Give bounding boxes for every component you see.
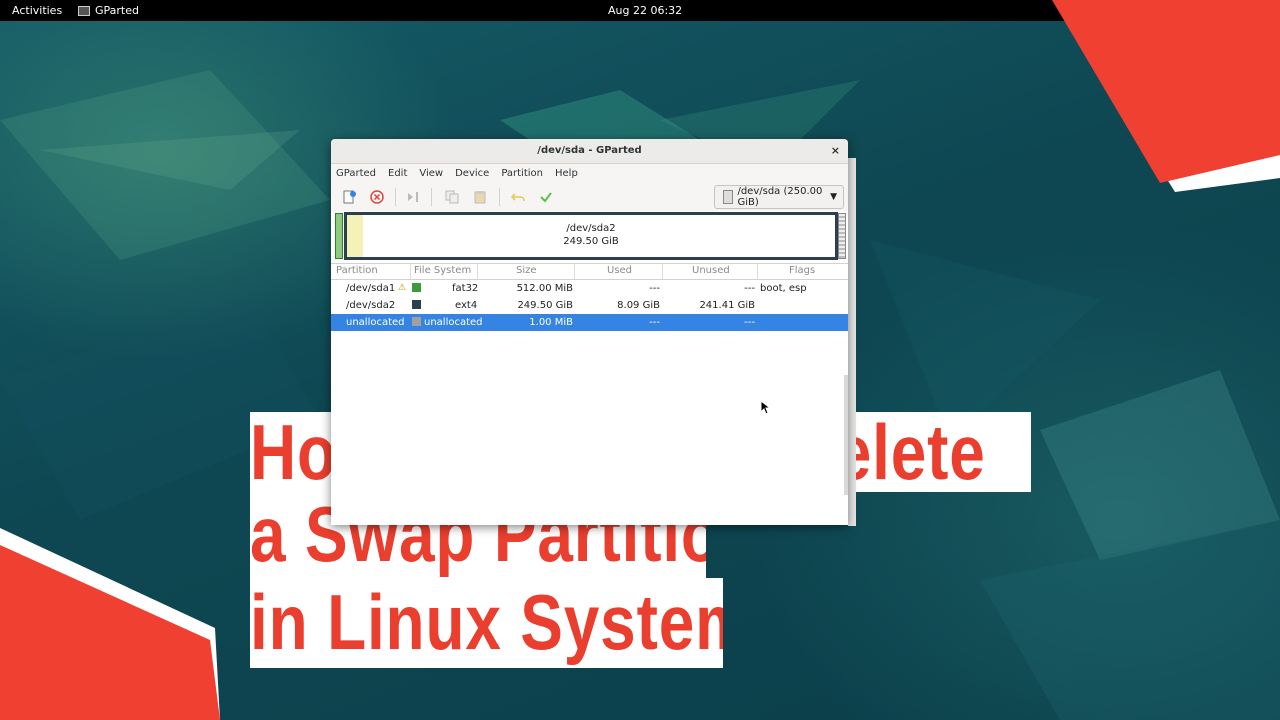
menu-view[interactable]: View: [419, 168, 443, 179]
paste-icon[interactable]: [472, 189, 488, 205]
gparted-app-icon: [78, 5, 90, 16]
warning-icon: ⚠: [398, 283, 407, 293]
copy-icon[interactable]: [444, 189, 460, 205]
row-used: ---: [649, 317, 660, 328]
disk-map-partition-size: 249.50 GiB: [563, 236, 619, 247]
delete-partition-icon[interactable]: [369, 189, 385, 205]
row-partition: unallocated: [346, 317, 405, 328]
close-icon[interactable]: ×: [831, 139, 840, 163]
filesystem-color-swatch: [412, 317, 421, 326]
row-used: ---: [649, 283, 660, 294]
vertical-scrollbar[interactable]: [844, 375, 848, 495]
apply-icon[interactable]: [538, 189, 554, 205]
row-partition: /dev/sda1: [346, 283, 396, 294]
table-row[interactable]: unallocated unallocated 1.00 MiB --- ---: [331, 314, 848, 331]
window-title: /dev/sda - GParted: [537, 145, 642, 156]
column-flags[interactable]: Flags: [789, 265, 815, 276]
disk-map: /dev/sda2 249.50 GiB: [331, 211, 848, 263]
top-bar: Activities GParted Aug 22 06:32: [0, 0, 1280, 21]
row-filesystem: ext4: [455, 300, 478, 311]
row-used: 8.09 GiB: [617, 300, 660, 311]
column-filesystem[interactable]: File System: [414, 265, 471, 276]
clock[interactable]: Aug 22 06:32: [608, 0, 682, 21]
menu-help[interactable]: Help: [555, 168, 578, 179]
disk-map-sda2[interactable]: /dev/sda2 249.50 GiB: [344, 212, 838, 260]
window-titlebar[interactable]: /dev/sda - GParted ×: [331, 139, 848, 164]
row-filesystem: fat32: [452, 283, 479, 294]
window-edge: [848, 158, 856, 526]
column-unused[interactable]: Unused: [692, 265, 730, 276]
table-row[interactable]: /dev/sda1 ⚠ fat32 512.00 MiB --- --- boo…: [331, 280, 848, 297]
title-line-3-block: in Linux Systems: [250, 578, 723, 668]
menu-edit[interactable]: Edit: [388, 168, 407, 179]
column-used[interactable]: Used: [607, 265, 632, 276]
row-partition: /dev/sda2: [346, 300, 396, 311]
disk-map-partition-label: /dev/sda2: [566, 223, 616, 234]
row-flags: boot, esp: [760, 283, 807, 294]
menu-bar: GParted Edit View Device Partition Help: [331, 164, 848, 182]
app-menu-button[interactable]: GParted: [78, 0, 139, 21]
disk-map-sda1[interactable]: [335, 213, 343, 259]
resize-move-icon[interactable]: [405, 189, 421, 205]
new-partition-icon[interactable]: [341, 189, 357, 205]
row-unused: ---: [744, 317, 755, 328]
undo-icon[interactable]: [510, 189, 526, 205]
row-filesystem: unallocated: [424, 317, 483, 328]
row-size: 512.00 MiB: [516, 283, 573, 294]
row-size: 1.00 MiB: [529, 317, 573, 328]
filesystem-color-swatch: [412, 283, 421, 292]
row-unused: ---: [744, 283, 755, 294]
disk-map-unallocated[interactable]: [838, 213, 846, 259]
menu-gparted[interactable]: GParted: [336, 168, 376, 179]
gparted-window: /dev/sda - GParted × GParted Edit View D…: [331, 139, 848, 525]
chevron-down-icon: ▼: [830, 192, 837, 202]
title-line-3: in Linux Systems: [250, 578, 723, 666]
menu-partition[interactable]: Partition: [501, 168, 543, 179]
mouse-pointer-icon: [760, 400, 772, 415]
disk-icon: [723, 190, 734, 204]
table-row[interactable]: /dev/sda2 ext4 249.50 GiB 8.09 GiB 241.4…: [331, 297, 848, 314]
device-selector-value: /dev/sda (250.00 GiB): [737, 186, 823, 208]
column-size[interactable]: Size: [516, 265, 537, 276]
row-unused: 241.41 GiB: [699, 300, 755, 311]
activities-button[interactable]: Activities: [12, 0, 62, 21]
toolbar: /dev/sda (250.00 GiB) ▼: [331, 182, 848, 213]
device-selector[interactable]: /dev/sda (250.00 GiB) ▼: [714, 185, 844, 209]
app-name: GParted: [95, 4, 139, 17]
column-partition[interactable]: Partition: [336, 265, 378, 276]
filesystem-color-swatch: [412, 300, 421, 309]
row-size: 249.50 GiB: [517, 300, 573, 311]
partition-table: Partition File System Size Used Unused F…: [331, 263, 848, 331]
table-header: Partition File System Size Used Unused F…: [331, 263, 848, 280]
menu-device[interactable]: Device: [455, 168, 489, 179]
